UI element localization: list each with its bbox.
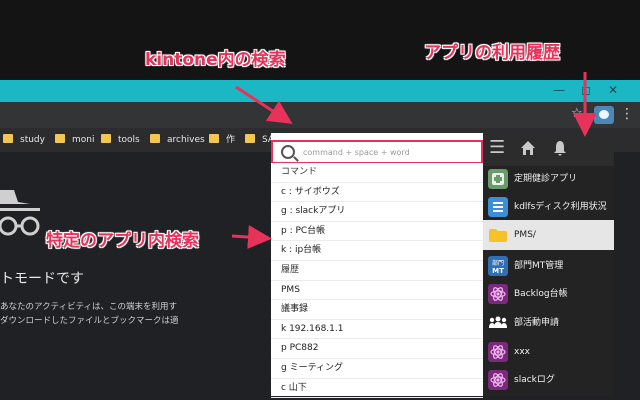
- annotation-history: アプリの利用履歴: [424, 43, 560, 63]
- bookmark-sa[interactable]: SA: [245, 132, 274, 148]
- search-icon: [281, 145, 295, 159]
- history-item[interactable]: c 山下: [271, 379, 483, 399]
- browser-tab-strip: [0, 80, 640, 102]
- app-label: 部活動申請: [514, 318, 560, 328]
- app-label: xxx: [514, 347, 530, 357]
- command-item[interactable]: p : PC台帳: [271, 222, 483, 242]
- app-item[interactable]: 部活動申請: [483, 308, 614, 338]
- history-heading: 履歴: [271, 260, 483, 281]
- folder-icon: [209, 134, 219, 143]
- bookmark-moni[interactable]: moni: [55, 132, 94, 148]
- command-item[interactable]: c : サイボウズ: [271, 183, 483, 203]
- bookmark-saku[interactable]: 作: [209, 132, 235, 148]
- search-input[interactable]: [303, 144, 479, 161]
- app-label: Backlog台帳: [514, 289, 568, 299]
- incognito-title: トモードです: [0, 271, 84, 287]
- history-item[interactable]: g ミーティング: [271, 359, 483, 379]
- search-box[interactable]: [271, 140, 483, 164]
- folder-icon: [245, 134, 255, 143]
- folder-icon: [55, 134, 65, 143]
- folder-icon: [101, 134, 111, 143]
- browser-menu-icon[interactable]: ⋮: [620, 104, 634, 124]
- history-item[interactable]: k 192.168.1.1: [271, 320, 483, 340]
- extension-icon[interactable]: [594, 106, 614, 124]
- bookmark-tools[interactable]: tools: [101, 132, 140, 148]
- screenshot: — ◻ ✕ ☆ ⋮ study moni tools archives 作 SA…: [0, 0, 640, 400]
- minimize-icon[interactable]: —: [548, 81, 570, 99]
- app-item[interactable]: Backlog台帳: [483, 279, 614, 309]
- close-icon[interactable]: ✕: [602, 81, 624, 99]
- incognito-description-1: あなたのアクティビティは、この端末を利用す: [0, 302, 178, 312]
- app-label: 部門MT管理: [514, 261, 564, 271]
- incognito-description-2: ダウンロードしたファイルとブックマークは適: [0, 316, 179, 326]
- health-app-icon: [488, 169, 508, 189]
- app-item[interactable]: slackログ: [483, 365, 614, 395]
- commands-heading: コマンド: [271, 163, 483, 183]
- hamburger-icon[interactable]: ☰: [489, 139, 505, 157]
- annotation-search: kintone内の検索: [145, 50, 286, 70]
- atom-app-icon: [488, 342, 508, 362]
- group-app-icon: [489, 316, 507, 328]
- command-item[interactable]: g : slackアプリ: [271, 202, 483, 222]
- app-item-selected[interactable]: PMS/: [483, 220, 614, 250]
- meeting-icon-text: 部門: [492, 259, 504, 267]
- bookmark-star-icon[interactable]: ☆: [571, 106, 583, 121]
- app-item[interactable]: 定期健診アプリ: [483, 164, 614, 194]
- app-item[interactable]: kdlfsディスク利用状況: [483, 192, 614, 222]
- atom-app-icon: [488, 284, 508, 304]
- list-app-icon: [488, 197, 508, 217]
- history-item[interactable]: p PC882: [271, 339, 483, 359]
- meeting-app-icon: 部門MT: [488, 256, 508, 276]
- folder-icon: [3, 134, 13, 143]
- annotation-app-search: 特定のアプリ内検索: [46, 231, 199, 251]
- atom-app-icon: [488, 370, 508, 390]
- app-label: slackログ: [514, 375, 555, 385]
- app-label: kdlfsディスク利用状況: [514, 202, 607, 212]
- folder-icon: [150, 134, 160, 143]
- bell-icon[interactable]: [552, 140, 568, 156]
- bookmark-study[interactable]: study: [3, 132, 45, 148]
- app-item[interactable]: xxx: [483, 337, 614, 367]
- home-icon[interactable]: [520, 140, 536, 156]
- popup-list: コマンド c : サイボウズ g : slackアプリ p : PC台帳 k :…: [271, 163, 483, 399]
- app-item[interactable]: 部門 MT 部門MT管理: [483, 251, 614, 281]
- app-label: PMS/: [514, 230, 536, 240]
- browser-toolbar: [0, 102, 640, 128]
- maximize-icon[interactable]: ◻: [575, 81, 597, 99]
- command-item[interactable]: k : ip台帳: [271, 241, 483, 261]
- meeting-icon-text: MT: [492, 267, 504, 275]
- history-item[interactable]: PMS: [271, 281, 483, 301]
- incognito-icon: [0, 190, 40, 236]
- bookmark-archives[interactable]: archives: [150, 132, 205, 148]
- folder-app-icon: [489, 229, 507, 242]
- app-label: 定期健診アプリ: [514, 174, 578, 184]
- history-item[interactable]: 議事録: [271, 300, 483, 320]
